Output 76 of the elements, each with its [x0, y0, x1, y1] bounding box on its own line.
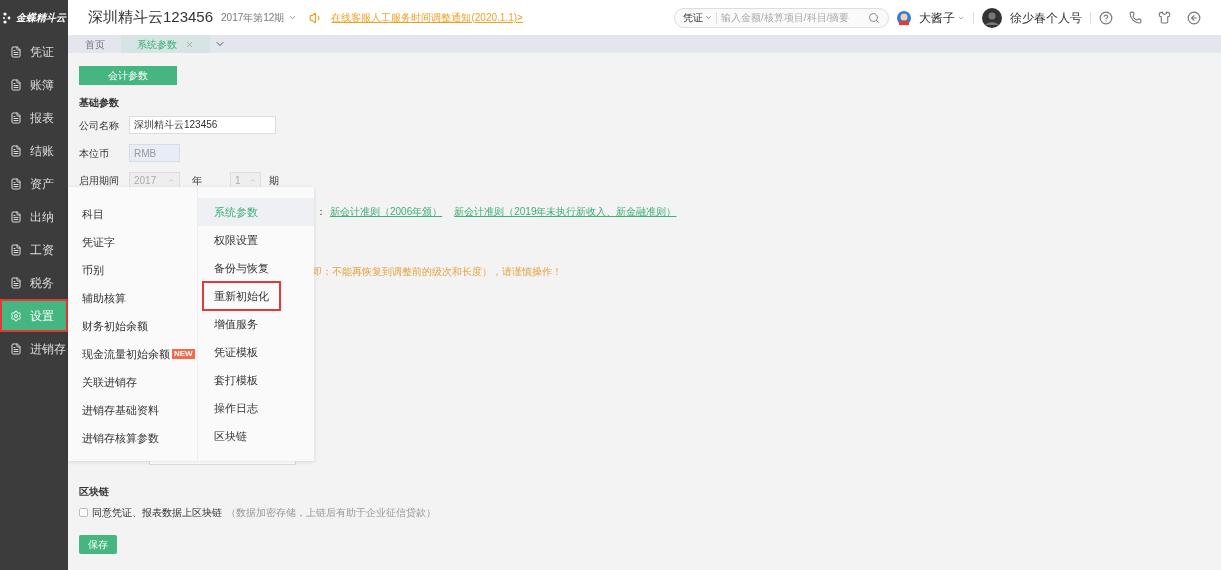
caret-icon [288, 13, 298, 22]
caret-icon [705, 14, 712, 21]
menu-item-label: 区块链 [213, 428, 248, 444]
menu-item-label: 增值服务 [213, 316, 259, 332]
field-label: 启用期间 [79, 174, 120, 188]
field-label: 本位币 [79, 146, 110, 161]
section-title: 基础参数 [79, 96, 120, 110]
menu-item[interactable]: 重新初始化 [198, 282, 314, 310]
user-dropdown[interactable]: 大酱子 [919, 8, 965, 27]
menu-item-label: 系统参数 [213, 204, 259, 220]
unit-label: 期 [269, 174, 279, 188]
sidebar-item[interactable]: 进销存 [0, 332, 68, 365]
document-icon [10, 144, 22, 157]
shirt-icon[interactable] [1158, 11, 1171, 24]
sidebar-item[interactable]: 账簿 [0, 68, 68, 101]
menu-item[interactable]: 套打模板 [198, 366, 314, 394]
menu-item-label: 权限设置 [213, 232, 259, 248]
menu-item[interactable]: 财务初始余额 [68, 312, 197, 340]
menu-item[interactable]: 区块链 [198, 422, 314, 450]
logo-text: 金蝶精斗云 [16, 11, 66, 25]
menu-item[interactable]: 凭证模板 [198, 338, 314, 366]
account-avatar-icon [982, 7, 1002, 28]
logo-icon [2, 10, 12, 25]
sidebar-item[interactable]: 凭证 [0, 35, 68, 68]
user-avatar-icon [897, 10, 911, 25]
phone-icon[interactable] [1129, 11, 1142, 24]
menu-item-label: 重新初始化 [202, 280, 281, 312]
search-icon[interactable] [868, 11, 880, 24]
gear-icon [10, 309, 22, 322]
menu-item-label: 套打模板 [213, 372, 259, 388]
menu-item[interactable]: 币别 [68, 256, 197, 284]
tab[interactable]: 首页 [69, 35, 121, 53]
document-icon [10, 45, 22, 58]
menu-item-label: 凭证模板 [213, 344, 259, 360]
document-icon [10, 210, 22, 223]
menu-item[interactable]: 辅助核算 [68, 284, 197, 312]
document-icon [10, 111, 22, 124]
search-scope[interactable]: 凭证 [683, 10, 712, 25]
unit-label: 年 [192, 174, 202, 188]
account-name: 徐少春个人号 [1010, 9, 1082, 27]
menu-item[interactable]: 科目 [68, 200, 197, 228]
sidebar-item[interactable]: 资产 [0, 167, 68, 200]
field-label: ： [316, 205, 326, 219]
help-icon[interactable] [1099, 10, 1113, 25]
new-badge: NEW [172, 349, 195, 359]
document-icon [10, 276, 22, 289]
sidebar-item[interactable]: 结账 [0, 134, 68, 167]
menu-item[interactable]: 关联进销存 [68, 368, 197, 396]
menu-item[interactable]: 增值服务 [198, 310, 314, 338]
search-field[interactable]: 凭证 输入金额/核算项目/科目/摘要 [674, 7, 889, 28]
company-name-field[interactable]: 深圳精斗云123456 [129, 116, 276, 134]
sidebar-item[interactable]: 出纳 [0, 200, 68, 233]
sidebar-item[interactable]: 税务 [0, 266, 68, 299]
document-icon [10, 78, 22, 91]
sidebar-item[interactable]: 工资 [0, 233, 68, 266]
menu-item[interactable]: 凭证字 [68, 228, 197, 256]
menu-item[interactable]: 进销存基础资料 [68, 396, 197, 424]
document-icon [10, 177, 22, 190]
document-icon [10, 243, 22, 256]
menu-item-label: 备份与恢复 [213, 260, 270, 276]
menu-item[interactable]: 备份与恢复 [198, 254, 314, 282]
menu-item-label: 操作日志 [213, 400, 259, 416]
company-name: 深圳精斗云123456 [88, 7, 214, 28]
menu-item[interactable]: 现金流量初始余额 NEW [68, 340, 197, 368]
menu-item[interactable]: 进销存核算参数 [68, 424, 197, 452]
section-title: 区块链 [79, 485, 110, 499]
document-icon [10, 342, 22, 355]
checkbox-label: 同意凭证、报表数据上区块链 [92, 506, 222, 520]
sidebar-item[interactable]: 报表 [0, 101, 68, 134]
hint-text: （数据加密存储，上链后有助于企业征信贷款） [226, 506, 436, 520]
period-dropdown[interactable]: 2017年第12期 [221, 10, 298, 25]
checkbox[interactable] [79, 508, 88, 517]
back-icon[interactable] [1187, 10, 1201, 25]
menu-item[interactable]: 权限设置 [198, 226, 314, 254]
field-label: 公司名称 [79, 118, 120, 133]
menu-item[interactable]: 操作日志 [198, 394, 314, 422]
